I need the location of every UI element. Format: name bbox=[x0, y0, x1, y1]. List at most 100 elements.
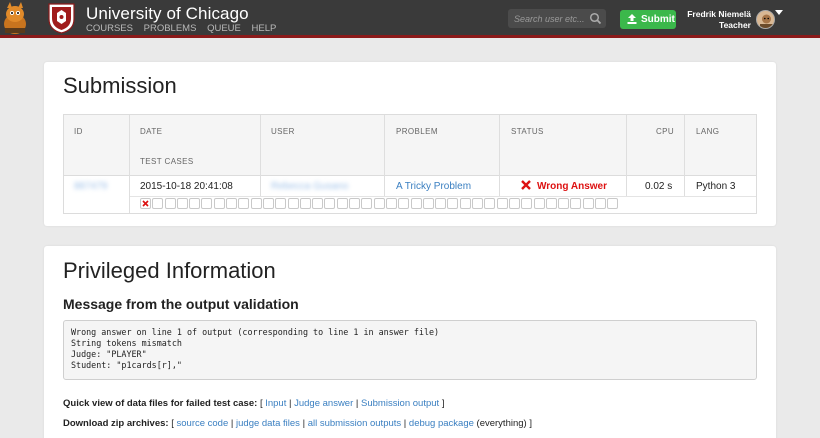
privileged-panel: Privileged Information Message from the … bbox=[44, 246, 776, 438]
test-case-pending[interactable] bbox=[189, 198, 201, 209]
debug-package-link[interactable]: debug package bbox=[409, 418, 474, 429]
search-box bbox=[508, 9, 606, 28]
chevron-down-icon[interactable] bbox=[775, 10, 783, 16]
col-divider bbox=[626, 115, 627, 196]
x-mark-icon bbox=[142, 200, 149, 207]
test-case-pending[interactable] bbox=[324, 198, 336, 209]
test-case-pending[interactable] bbox=[459, 198, 471, 209]
problem-link[interactable]: A Tricky Problem bbox=[396, 177, 471, 196]
cpu-time: 0.02 s bbox=[645, 181, 673, 192]
test-case-pending[interactable] bbox=[201, 198, 213, 209]
col-divider bbox=[260, 115, 261, 196]
test-case-pending[interactable] bbox=[164, 198, 176, 209]
submit-button[interactable]: Submit bbox=[620, 10, 676, 29]
message-heading: Message from the output validation bbox=[63, 296, 299, 312]
test-case-pending[interactable] bbox=[435, 198, 447, 209]
submission-heading: Submission bbox=[63, 73, 177, 98]
main-nav: COURSES PROBLEMS QUEUE HELP bbox=[86, 23, 284, 34]
message-line: Wrong answer on line 1 of output (corres… bbox=[71, 327, 440, 337]
submission-output-link[interactable]: Submission output bbox=[361, 398, 439, 409]
submission-id-link[interactable]: 887479 bbox=[74, 177, 107, 196]
test-case-pending[interactable] bbox=[312, 198, 324, 209]
test-case-failed[interactable] bbox=[140, 198, 151, 209]
nav-courses[interactable]: COURSES bbox=[86, 23, 133, 34]
nav-queue[interactable]: QUEUE bbox=[207, 23, 241, 34]
site-title[interactable]: University of Chicago bbox=[86, 4, 249, 24]
col-problem: PROBLEM bbox=[396, 127, 438, 136]
test-case-results bbox=[140, 198, 620, 209]
table-header: ID DATE USER PROBLEM STATUS CPU LANG TES… bbox=[64, 115, 756, 176]
university-crest-icon[interactable] bbox=[48, 3, 75, 34]
search-icon[interactable] bbox=[589, 12, 602, 25]
download-suffix: (everything) bbox=[476, 418, 527, 429]
test-case-pending[interactable] bbox=[262, 198, 274, 209]
mascot-logo-icon[interactable] bbox=[2, 2, 28, 35]
test-case-pending[interactable] bbox=[238, 198, 250, 209]
avatar[interactable] bbox=[756, 10, 775, 29]
test-case-pending[interactable] bbox=[508, 198, 520, 209]
test-case-pending[interactable] bbox=[594, 198, 606, 209]
col-lang: LANG bbox=[696, 127, 720, 136]
user-avatar-icon bbox=[757, 11, 774, 28]
test-case-pending[interactable] bbox=[422, 198, 434, 209]
test-case-pending[interactable] bbox=[336, 198, 348, 209]
submission-table: ID DATE USER PROBLEM STATUS CPU LANG TES… bbox=[63, 114, 757, 214]
test-case-pending[interactable] bbox=[299, 198, 311, 209]
col-cpu: CPU bbox=[656, 127, 675, 136]
nav-problems[interactable]: PROBLEMS bbox=[144, 23, 197, 34]
test-case-pending[interactable] bbox=[250, 198, 262, 209]
test-case-pending[interactable] bbox=[275, 198, 287, 209]
test-case-pending[interactable] bbox=[361, 198, 373, 209]
submission-panel: Submission ID DATE USER PROBLEM STATUS C… bbox=[44, 62, 776, 226]
col-date: DATE bbox=[140, 127, 163, 136]
message-line: Student: "p1cards[r]," bbox=[71, 360, 182, 370]
top-navbar: University of Chicago COURSES PROBLEMS Q… bbox=[0, 0, 820, 38]
test-case-pending[interactable] bbox=[545, 198, 557, 209]
test-case-pending[interactable] bbox=[176, 198, 188, 209]
download-row: Download zip archives: [ source code | j… bbox=[63, 418, 532, 429]
wrong-answer-icon bbox=[521, 180, 531, 190]
status-cell: Wrong Answer bbox=[511, 177, 621, 196]
judge-answer-link[interactable]: Judge answer bbox=[294, 398, 353, 409]
test-case-pending[interactable] bbox=[410, 198, 422, 209]
search-input[interactable] bbox=[514, 11, 590, 26]
test-case-pending[interactable] bbox=[349, 198, 361, 209]
col-divider bbox=[684, 115, 685, 196]
test-case-pending[interactable] bbox=[558, 198, 570, 209]
col-user: USER bbox=[271, 127, 295, 136]
test-case-pending[interactable] bbox=[521, 198, 533, 209]
test-case-pending[interactable] bbox=[484, 198, 496, 209]
test-case-pending[interactable] bbox=[398, 198, 410, 209]
col-divider bbox=[129, 115, 130, 213]
upload-icon bbox=[627, 14, 637, 24]
test-case-pending[interactable] bbox=[472, 198, 484, 209]
test-case-pending[interactable] bbox=[496, 198, 508, 209]
user-name[interactable]: Fredrik Niemelä bbox=[687, 9, 751, 19]
test-case-pending[interactable] bbox=[373, 198, 385, 209]
user-role: Teacher bbox=[719, 20, 751, 30]
test-case-pending[interactable] bbox=[582, 198, 594, 209]
source-code-link[interactable]: source code bbox=[177, 418, 229, 429]
col-divider bbox=[384, 115, 385, 196]
all-outputs-link[interactable]: all submission outputs bbox=[308, 418, 401, 429]
test-case-pending[interactable] bbox=[287, 198, 299, 209]
language: Python 3 bbox=[696, 181, 736, 192]
status-badge: Wrong Answer bbox=[537, 181, 608, 192]
test-case-pending[interactable] bbox=[607, 198, 619, 209]
test-case-pending[interactable] bbox=[533, 198, 545, 209]
judge-data-link[interactable]: judge data files bbox=[236, 418, 300, 429]
row-divider bbox=[130, 196, 756, 197]
quick-view-label: Quick view of data files for failed test… bbox=[63, 398, 258, 409]
test-case-pending[interactable] bbox=[385, 198, 397, 209]
nav-help[interactable]: HELP bbox=[252, 23, 277, 34]
submit-label: Submit bbox=[641, 14, 675, 25]
test-case-pending[interactable] bbox=[226, 198, 238, 209]
test-case-pending[interactable] bbox=[152, 198, 164, 209]
col-test-cases: TEST CASES bbox=[140, 157, 194, 166]
input-link[interactable]: Input bbox=[265, 398, 286, 409]
test-case-pending[interactable] bbox=[213, 198, 225, 209]
col-id: ID bbox=[74, 127, 83, 136]
test-case-pending[interactable] bbox=[570, 198, 582, 209]
submission-user-link[interactable]: Rebecca Gusano bbox=[271, 177, 348, 196]
test-case-pending[interactable] bbox=[447, 198, 459, 209]
